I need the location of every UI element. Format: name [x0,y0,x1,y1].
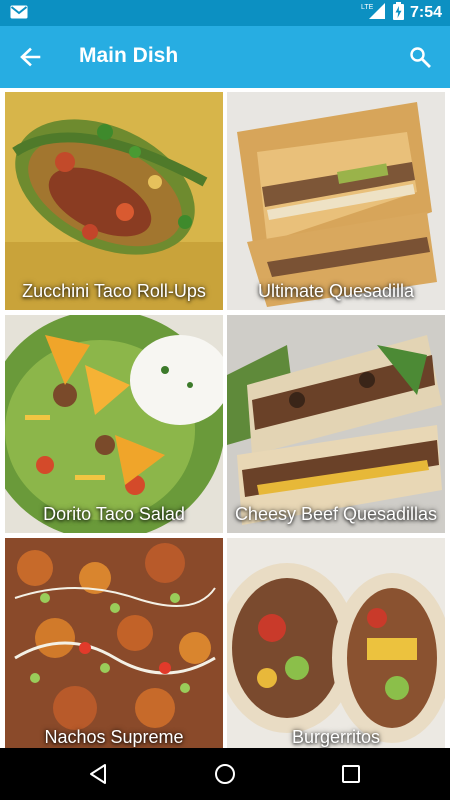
network-label: LTE [361,4,374,11]
recipe-title: Dorito Taco Salad [43,504,185,524]
nav-home-button[interactable] [211,760,239,788]
recipe-card[interactable]: Zucchini Taco Roll-Ups [5,92,223,310]
recipe-photo [227,315,445,533]
recipe-photo [5,315,223,533]
status-bar: LTE 7:54 [0,0,450,26]
nav-back-button[interactable] [84,760,112,788]
back-triangle-icon [90,764,106,784]
recipe-title: Ultimate Quesadilla [257,281,415,301]
recipe-photo [5,538,223,756]
nav-recents-button[interactable] [337,760,365,788]
recipe-grid: Zucchini Taco Roll-Ups Ultimate Quesadil… [0,88,450,756]
recipe-card[interactable]: Burgerritos [227,538,445,756]
recents-square-icon [342,765,360,783]
battery-charging-icon [392,1,404,25]
app-bar: Main Dish [0,26,450,88]
status-time: 7:54 [409,4,442,21]
recipe-card[interactable]: Dorito Taco Salad [5,315,223,533]
recipe-title: Burgerritos [291,727,381,747]
lte-signal-icon: LTE [361,2,387,25]
system-nav-bar [0,748,450,800]
page-title: Main Dish [79,44,179,67]
recipe-photo [5,92,223,310]
home-circle-icon [215,764,235,784]
recipe-title: Nachos Supreme [44,727,184,747]
recipe-card[interactable]: Ultimate Quesadilla [227,92,445,310]
back-arrow-icon [20,47,41,67]
recipe-title: Cheesy Beef Quesadillas [234,504,438,524]
recipe-photo [227,92,445,310]
recipe-card[interactable]: Cheesy Beef Quesadillas [227,315,445,533]
back-button[interactable] [14,41,46,73]
gmail-icon [10,5,28,24]
search-button[interactable] [404,41,436,73]
recipe-photo [227,538,445,756]
search-icon [410,47,431,68]
recipe-card[interactable]: Nachos Supreme [5,538,223,756]
recipe-title: Zucchini Taco Roll-Ups [22,281,206,301]
